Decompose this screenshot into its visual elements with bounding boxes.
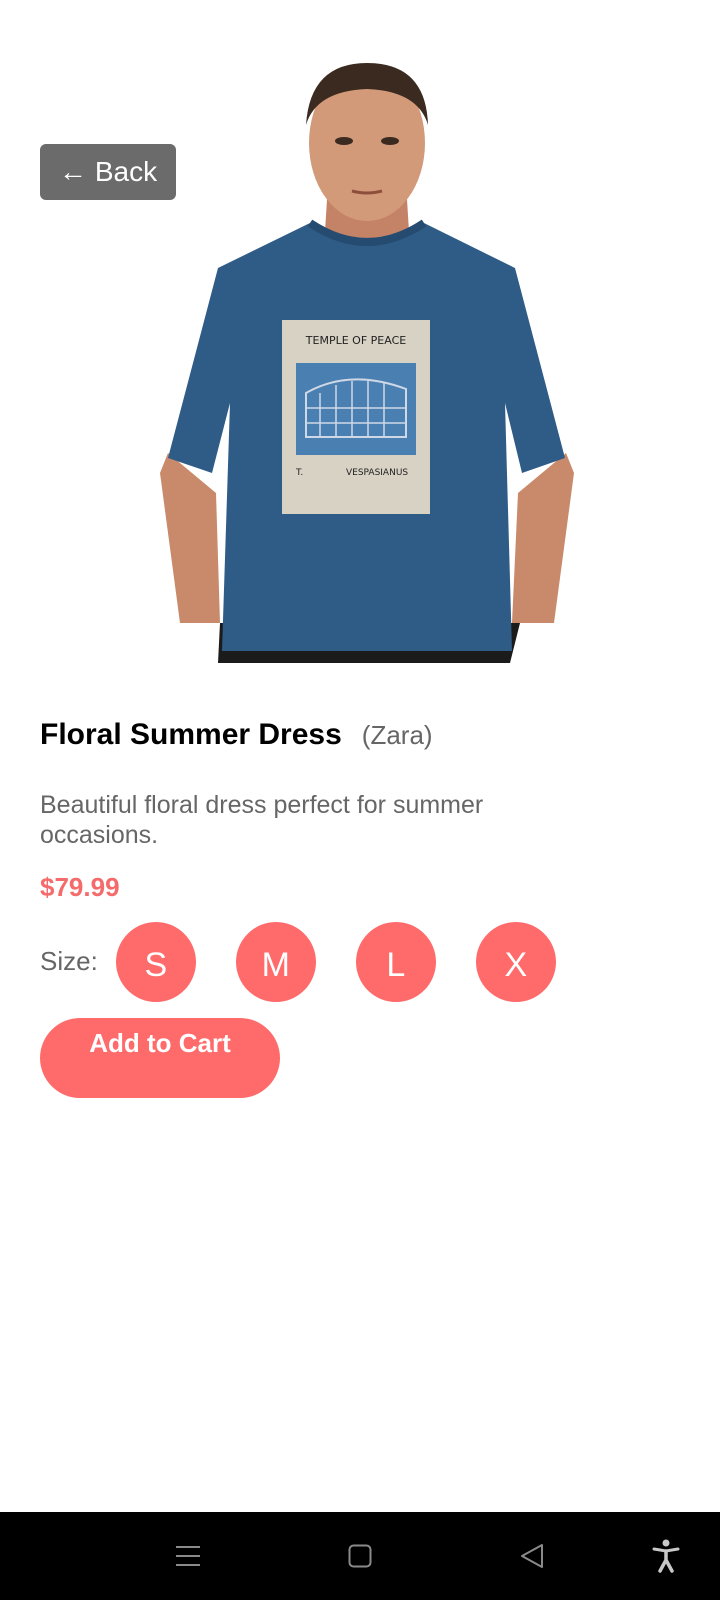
product-price: $79.99 [40, 872, 120, 902]
size-options: S M L X [115, 922, 556, 1002]
size-selector: Size: S M L X [40, 922, 556, 1002]
add-to-cart-label: Add to Cart [89, 1028, 231, 1058]
size-label: Size: [40, 945, 98, 976]
size-button-m[interactable]: M [235, 922, 316, 1002]
print-left-text: T. [295, 468, 303, 478]
back-button[interactable]: ← Back [40, 144, 176, 200]
add-to-cart-button[interactable]: Add to Cart [40, 1018, 280, 1098]
print-title-text: TEMPLE OF PEACE [305, 334, 406, 347]
product-photo: TEMPLE OF PEACE T. VESPASIANUS [160, 63, 574, 663]
product-description: Beautiful floral dress perfect for summe… [40, 791, 484, 849]
product-brand: (Zara) [361, 720, 433, 750]
menu-icon[interactable] [160, 1512, 216, 1600]
print-right-text: VESPASIANUS [346, 468, 408, 478]
product-title-row: Floral Summer Dress (Zara) [40, 718, 433, 752]
size-button-l[interactable]: L [355, 922, 436, 1002]
arrow-left-icon: ← [58, 156, 87, 187]
home-square-icon[interactable] [332, 1512, 388, 1600]
back-button-label: Back [94, 156, 158, 187]
accessibility-icon[interactable] [638, 1512, 694, 1600]
back-triangle-icon[interactable] [504, 1512, 560, 1600]
system-navigation-bar [0, 1512, 720, 1600]
product-title: Floral Summer Dress [40, 718, 342, 751]
size-button-s[interactable]: S [115, 922, 196, 1002]
size-button-x[interactable]: X [475, 922, 556, 1002]
product-image: TEMPLE OF PEACE T. VESPASIANUS [160, 63, 574, 663]
